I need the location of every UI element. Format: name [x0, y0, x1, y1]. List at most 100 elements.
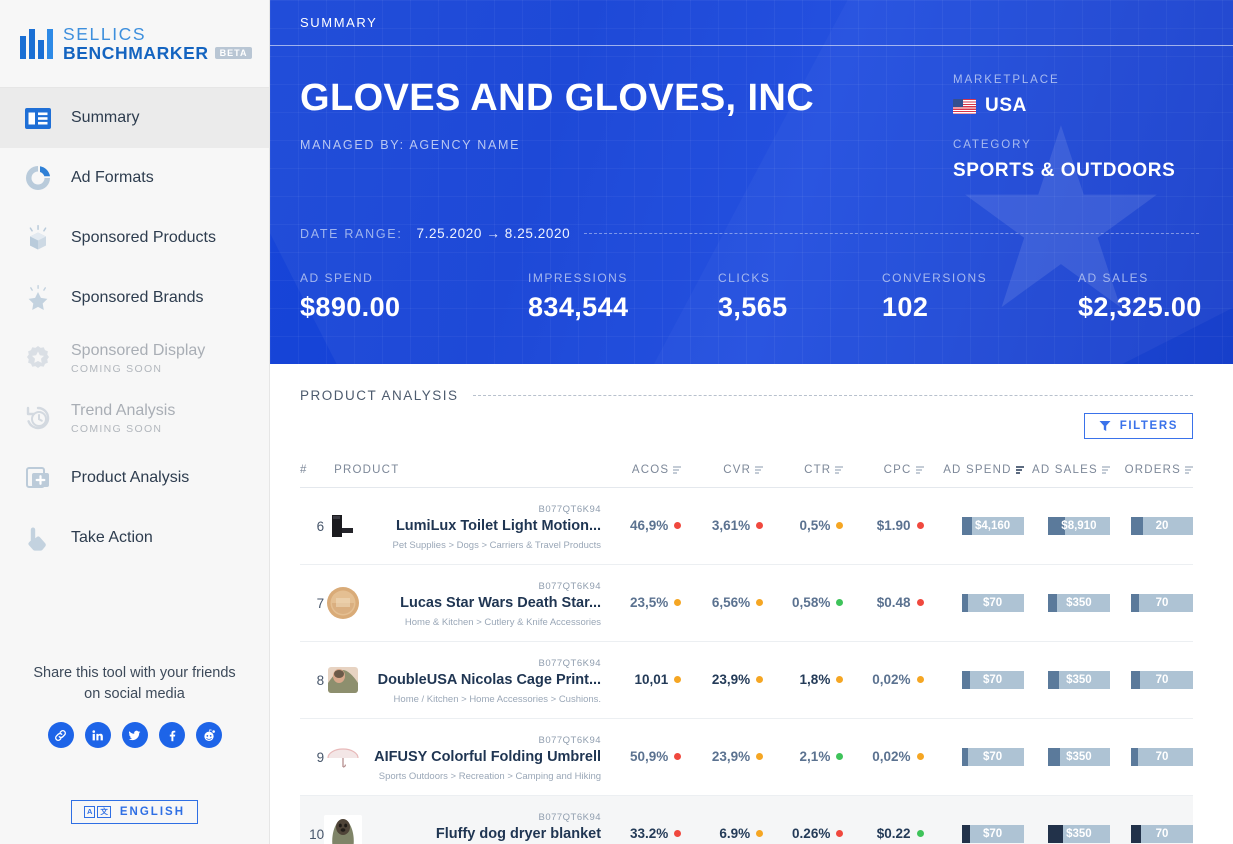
filters-button-label: FILTERS — [1119, 420, 1178, 432]
sidebar-item-summary[interactable]: Summary — [0, 88, 269, 148]
sort-icon[interactable] — [835, 466, 844, 474]
facebook-icon[interactable] — [158, 722, 185, 748]
metric-value: 33.2% — [629, 826, 669, 841]
sidebar-item-product-analysis-labels: Product Analysis — [71, 468, 189, 487]
bar-value: 70 — [1155, 597, 1169, 609]
metric-value: $0.48 — [876, 595, 911, 610]
bar-value: $70 — [983, 751, 1003, 763]
sidebar-item-sponsored-products[interactable]: Sponsored Products — [0, 208, 269, 268]
column-header-acos[interactable]: ACOS — [601, 455, 682, 488]
kpi-ad-sales: AD SALES $2,325.00 — [1078, 271, 1202, 323]
link-icon[interactable] — [47, 722, 74, 748]
hero-meta: MARKETPLACE USA CATEGORY SPORTS & OUTDOO… — [953, 46, 1203, 182]
cell-ad-spend: $70 — [924, 565, 1024, 642]
sidebar-item-sponsored-display-labels: Sponsored Display COMING SOON — [71, 341, 205, 374]
sidebar-item-take-action[interactable]: Take Action — [0, 508, 269, 568]
sidebar-item-sponsored-brands[interactable]: Sponsored Brands — [0, 268, 269, 328]
column-header-cvr[interactable]: CVR — [681, 455, 764, 488]
status-dot — [916, 676, 924, 683]
marketplace-value: USA — [985, 95, 1027, 116]
kpi-clicks: CLICKS 3,565 — [718, 271, 882, 323]
twitter-icon[interactable] — [121, 722, 148, 748]
product-cell[interactable]: B077QT6K94 Lucas Star Wars Death Star...… — [324, 565, 601, 642]
cell-cpc: 0,02% — [843, 719, 924, 796]
filters-button[interactable]: FILTERS — [1083, 413, 1193, 439]
reddit-icon[interactable] — [195, 722, 222, 748]
sellics-logo-icon — [20, 28, 53, 59]
tab-summary[interactable]: SUMMARY — [300, 15, 377, 30]
product-title[interactable]: DoubleUSA Nicolas Cage Print... — [378, 672, 601, 688]
bar-gauge: $70 — [961, 748, 1024, 766]
sort-icon[interactable] — [1015, 466, 1024, 474]
date-range-value[interactable]: 7.25.2020 → 8.25.2020 — [417, 226, 571, 241]
metric-value: 1,8% — [799, 672, 831, 687]
sort-icon[interactable] — [915, 466, 924, 474]
cell-ad-sales: $350 — [1024, 565, 1110, 642]
product-analysis-panel: PRODUCT ANALYSIS FILTERS # PRODUCT ACOS … — [270, 364, 1233, 844]
status-dot — [836, 522, 844, 529]
product-category: Sports Outdoors > Recreation > Camping a… — [378, 771, 602, 782]
product-cell[interactable]: B077QT6K94 LumiLux Toilet Light Motion..… — [324, 488, 601, 565]
cell-cvr: 23,9% — [681, 719, 764, 796]
sort-icon[interactable] — [673, 466, 682, 474]
column-label: AD SALES — [1032, 464, 1098, 476]
product-title[interactable]: LumiLux Toilet Light Motion... — [396, 518, 601, 534]
bar-gauge: 20 — [1131, 517, 1193, 535]
hero-banner: ★ SUMMARY GLOVES AND GLOVES, INC MANAGED… — [270, 0, 1233, 364]
sort-icon[interactable] — [755, 466, 764, 474]
hero-tab-bar: SUMMARY — [270, 0, 1233, 46]
bar-value: $350 — [1066, 751, 1092, 763]
metric-value: 10,01 — [634, 672, 669, 687]
product-title[interactable]: AIFUSY Colorful Folding Umbrell — [374, 749, 601, 765]
sort-icon[interactable] — [1101, 466, 1110, 474]
kpi-value: 102 — [882, 292, 929, 322]
product-title[interactable]: Lucas Star Wars Death Star... — [400, 595, 601, 611]
add-card-icon — [22, 462, 54, 494]
status-dot — [756, 599, 764, 606]
cell-ctr: 0,58% — [763, 565, 844, 642]
column-header-cpc[interactable]: CPC — [843, 455, 924, 488]
cell-acos: 23,5% — [601, 565, 682, 642]
status-dot — [674, 830, 682, 837]
sidebar-item-label: Trend Analysis — [71, 402, 176, 420]
sidebar-item-trend-analysis: Trend Analysis COMING SOON — [0, 388, 269, 448]
linkedin-icon[interactable] — [84, 722, 111, 748]
status-dot — [916, 753, 924, 760]
sidebar-item-ad-formats-labels: Ad Formats — [71, 168, 154, 187]
funnel-icon — [1099, 421, 1111, 431]
product-cell[interactable]: B077QT6K94 Fluffy dog dryer blanket Pet … — [324, 796, 601, 844]
cell-acos: 46,9% — [601, 488, 682, 565]
column-header-ctr[interactable]: CTR — [763, 455, 844, 488]
column-header-orders[interactable]: ORDERS — [1109, 455, 1193, 488]
kpi-ad-spend: AD SPEND $890.00 — [300, 271, 528, 323]
cell-acos: 33.2% — [601, 796, 682, 844]
table-row[interactable]: 10 B077QT6K94 Fluffy dog dryer blanket P… — [300, 795, 1193, 844]
sort-icon[interactable] — [1185, 466, 1193, 474]
kpi-row: AD SPEND $890.00 IMPRESSIONS 834,544 CLI… — [300, 271, 1203, 323]
table-row[interactable]: 6 B077QT6K94 LumiLux Toilet Light Motion… — [300, 488, 1193, 565]
sidebar-item-ad-formats[interactable]: Ad Formats — [0, 148, 269, 208]
category-block: CATEGORY SPORTS & OUTDOORS — [953, 139, 1203, 182]
table-row[interactable]: 8 B077QT6K94 DoubleUSA Nicolas Cage Prin… — [300, 642, 1193, 719]
donut-chart-icon — [22, 162, 54, 194]
app-logo[interactable]: SELLICS BENCHMARKER BETA — [0, 0, 269, 88]
sidebar-item-sponsored-display: Sponsored Display COMING SOON — [0, 328, 269, 388]
product-title[interactable]: Fluffy dog dryer blanket — [436, 826, 601, 842]
kpi-impressions: IMPRESSIONS 834,544 — [528, 271, 718, 323]
category-value: SPORTS & OUTDOORS — [953, 160, 1176, 181]
product-asin: B077QT6K94 — [538, 735, 602, 746]
hand-pointer-icon — [22, 522, 54, 554]
table-row[interactable]: 7 B077QT6K94 Lucas Star Wars Death Star.… — [300, 565, 1193, 642]
sidebar-item-product-analysis[interactable]: Product Analysis — [0, 448, 269, 508]
cell-ctr: 0,5% — [763, 488, 844, 565]
kpi-label: CONVERSIONS — [882, 271, 988, 285]
bar-value: $350 — [1066, 674, 1092, 686]
table-row[interactable]: 9 B077QT6K94 AIFUSY Colorful Folding Umb… — [300, 719, 1193, 796]
bar-gauge: 70 — [1131, 594, 1193, 612]
product-cell[interactable]: B077QT6K94 DoubleUSA Nicolas Cage Print.… — [324, 642, 601, 719]
product-cell[interactable]: B077QT6K94 AIFUSY Colorful Folding Umbre… — [324, 719, 601, 796]
bar-gauge: $70 — [961, 671, 1024, 689]
language-switcher-button[interactable]: A 文 ENGLISH — [70, 800, 199, 824]
column-header-ad-spend[interactable]: AD SPEND — [923, 455, 1024, 488]
column-header-ad-sales[interactable]: AD SALES — [1023, 455, 1110, 488]
